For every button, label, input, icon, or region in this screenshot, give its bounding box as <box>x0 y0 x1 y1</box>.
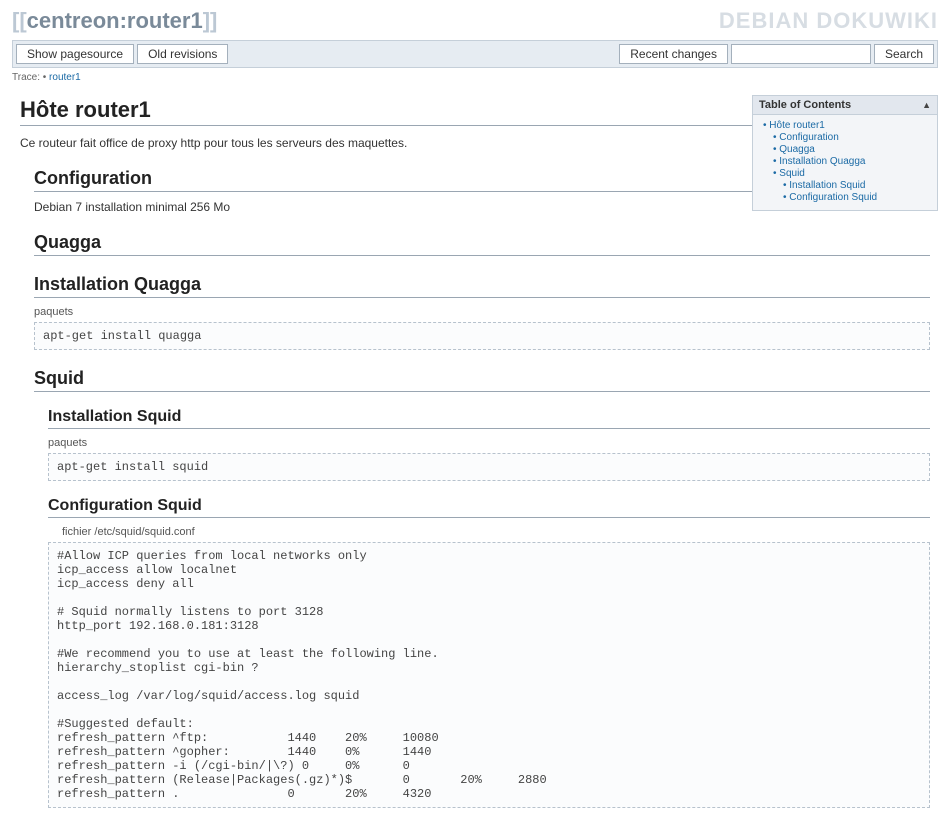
toc-link[interactable]: Hôte router1 <box>769 120 825 131</box>
toc-link[interactable]: Quagga <box>779 144 815 155</box>
heading-install-quagga: Installation Quagga <box>34 274 930 298</box>
toc-item: Squid Installation Squid Configuration S… <box>773 168 931 203</box>
code-block: apt-get install squid <box>48 453 930 481</box>
toc-title: Table of Contents <box>759 99 851 111</box>
site-brand: DEBIAN DOKUWIKI <box>719 8 938 34</box>
toc-link[interactable]: Installation Quagga <box>779 156 865 167</box>
code-caption: fichier /etc/squid/squid.conf <box>62 526 930 538</box>
trace-sep: • <box>43 72 47 83</box>
toc-item: Installation Quagga <box>773 156 931 167</box>
show-pagesource-button[interactable]: Show pagesource <box>16 44 134 64</box>
heading-quagga: Quagga <box>34 232 930 256</box>
code-caption: paquets <box>34 306 930 318</box>
toc-header[interactable]: Table of Contents ▲ <box>753 96 937 115</box>
recent-changes-button[interactable]: Recent changes <box>619 44 728 64</box>
heading-squid: Squid <box>34 368 930 392</box>
heading-config-squid: Configuration Squid <box>48 497 930 518</box>
toc-item: Hôte router1 Configuration Quagga Instal… <box>763 120 931 203</box>
toc-item: Quagga <box>773 144 931 155</box>
wiki-page-path: [[centreon:router1]] <box>12 8 217 34</box>
bracket-close: ]] <box>203 8 218 33</box>
heading-install-squid: Installation Squid <box>48 408 930 429</box>
code-caption: paquets <box>48 437 930 449</box>
toc-link[interactable]: Configuration <box>779 132 838 143</box>
search-input[interactable] <box>731 44 871 64</box>
toc-item: Configuration <box>773 132 931 143</box>
trace-link[interactable]: router1 <box>49 72 81 83</box>
table-of-contents: Table of Contents ▲ Hôte router1 Configu… <box>752 95 938 211</box>
trace-label: Trace: <box>12 72 40 83</box>
old-revisions-button[interactable]: Old revisions <box>137 44 228 64</box>
toc-link[interactable]: Installation Squid <box>789 180 865 191</box>
toc-link[interactable]: Configuration Squid <box>789 192 877 203</box>
breadcrumb: Trace: • router1 <box>12 70 938 89</box>
chevron-up-icon: ▲ <box>922 100 931 110</box>
code-block: apt-get install quagga <box>34 322 930 350</box>
toc-item: Installation Squid <box>783 180 931 191</box>
toc-item: Configuration Squid <box>783 192 931 203</box>
search-button[interactable]: Search <box>874 44 934 64</box>
bracket-open: [[ <box>12 8 27 33</box>
page-path-text: centreon:router1 <box>27 8 203 33</box>
toc-link[interactable]: Squid <box>779 168 805 179</box>
code-block: #Allow ICP queries from local networks o… <box>48 542 930 808</box>
action-toolbar: Show pagesource Old revisions Recent cha… <box>12 40 938 68</box>
